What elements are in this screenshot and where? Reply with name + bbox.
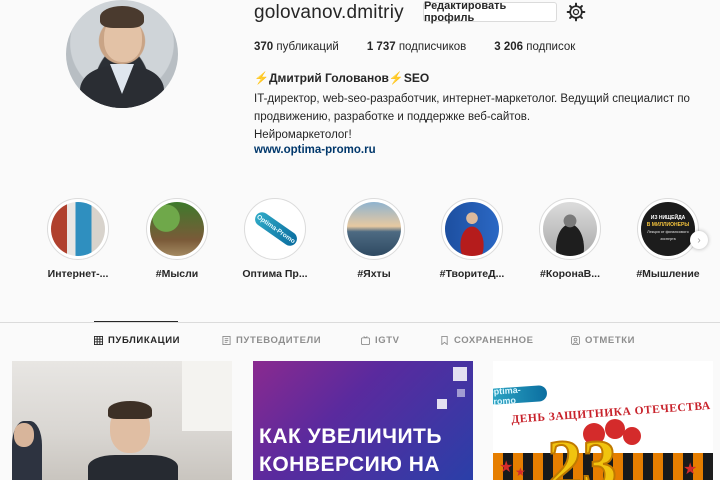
post-person-left-head bbox=[14, 423, 34, 447]
tabs-divider bbox=[0, 322, 720, 323]
following-count-number: 3 206 bbox=[494, 41, 524, 53]
post-thumbnail[interactable] bbox=[12, 361, 232, 480]
star-icon: ★ bbox=[515, 465, 526, 479]
followers-count[interactable]: 1 737 подписчиков bbox=[367, 41, 466, 53]
tab-guides[interactable]: ПУТЕВОДИТЕЛИ bbox=[222, 335, 321, 346]
decor-flower bbox=[623, 427, 641, 445]
highlight-text: В МИЛЛИОНЕРЫ bbox=[646, 222, 690, 228]
decor-square bbox=[453, 367, 467, 381]
post-person-body bbox=[88, 455, 178, 480]
tab-saved[interactable]: СОХРАНЕННОЕ bbox=[440, 335, 534, 346]
post-thumbnail[interactable]: КАК УВЕЛИЧИТЬ КОНВЕРСИЮ НА bbox=[253, 361, 473, 480]
tag-icon bbox=[571, 336, 580, 345]
post-headline: КАК УВЕЛИЧИТЬ КОНВЕРСИЮ НА bbox=[259, 423, 469, 479]
bio-line: Нейромаркетолог! bbox=[254, 129, 352, 141]
post-number: 23 bbox=[546, 427, 618, 480]
tab-label: IGTV bbox=[375, 335, 400, 346]
highlight-ring bbox=[343, 198, 405, 260]
highlight-item[interactable]: #Яхты bbox=[342, 198, 406, 280]
highlight-ring bbox=[47, 198, 109, 260]
avatar-hair bbox=[100, 6, 144, 28]
settings-gear-icon[interactable] bbox=[566, 2, 586, 22]
bio-line: продвижению, разработке и поддержке веб-… bbox=[254, 111, 531, 123]
following-count-label: подписок bbox=[526, 41, 576, 53]
edit-profile-button[interactable]: Редактировать профиль bbox=[423, 0, 557, 24]
tab-label: ПУБЛИКАЦИИ bbox=[108, 335, 181, 346]
highlight-label: #ТворитеД... bbox=[439, 268, 505, 280]
bio-line: IT-директор, web-seo-разработчик, интерн… bbox=[254, 93, 690, 105]
highlight-item[interactable]: #КоронаВ... bbox=[538, 198, 602, 280]
profile-full-name: ⚡Дмитрий Голованов⚡SEO bbox=[254, 71, 430, 85]
profile-stats: 370 публикаций 1 737 подписчиков 3 206 п… bbox=[254, 41, 575, 53]
story-highlights: Интернет-... #Мысли Optima-Promo Оптима … bbox=[0, 198, 720, 288]
tab-igtv[interactable]: IGTV bbox=[361, 335, 400, 346]
highlight-label: #Яхты bbox=[357, 268, 391, 280]
star-icon: ★ bbox=[683, 461, 698, 478]
post-headline-line: КАК УВЕЛИЧИТЬ bbox=[259, 425, 442, 448]
highlight-ring bbox=[539, 198, 601, 260]
tab-label: ОТМЕТКИ bbox=[585, 335, 636, 346]
profile-username: golovanov.dmitriy bbox=[254, 2, 404, 23]
decor-square bbox=[457, 389, 465, 397]
tab-label: ПУТЕВОДИТЕЛИ bbox=[236, 335, 322, 346]
posts-count: 370 публикаций bbox=[254, 41, 339, 53]
decor-square bbox=[437, 399, 447, 409]
post-person-hair bbox=[108, 401, 152, 419]
highlight-ring: ИЗ НИЩЕЙДА В МИЛЛИОНЕРЫ Лекция от финанс… bbox=[637, 198, 699, 260]
highlight-ring bbox=[441, 198, 503, 260]
post-person-main bbox=[88, 401, 178, 480]
profile-tabs: ПУБЛИКАЦИИ ПУТЕВОДИТЕЛИ IGTV СОХРАНЕННОЕ… bbox=[0, 335, 720, 351]
highlight-item[interactable]: Интернет-... bbox=[46, 198, 110, 280]
highlight-label: Интернет-... bbox=[47, 268, 109, 280]
followers-count-label: подписчиков bbox=[398, 41, 467, 53]
highlight-thumbnail bbox=[51, 202, 105, 256]
highlight-thumbnail: Optima-Promo bbox=[248, 202, 302, 256]
highlight-ring: Optima-Promo bbox=[244, 198, 306, 260]
highlight-ring bbox=[146, 198, 208, 260]
highlight-item[interactable]: Optima-Promo Оптима Пр... bbox=[242, 198, 308, 280]
profile-bio: IT-директор, web-seo-разработчик, интерн… bbox=[254, 90, 714, 144]
following-count[interactable]: 3 206 подписок bbox=[494, 41, 575, 53]
followers-count-number: 1 737 bbox=[366, 41, 396, 53]
highlights-next-arrow-icon[interactable]: › bbox=[690, 231, 708, 249]
highlight-label: #Мышление bbox=[636, 268, 700, 280]
highlight-thumbnail bbox=[543, 202, 597, 256]
igtv-icon bbox=[361, 336, 370, 345]
highlight-text: Лекция от финансового эксперта bbox=[647, 230, 689, 241]
bookmark-icon bbox=[441, 336, 448, 345]
highlight-label: Оптима Пр... bbox=[242, 268, 308, 280]
highlight-item[interactable]: #Мысли bbox=[145, 198, 209, 280]
tab-label: СОХРАНЕННОЕ bbox=[454, 335, 534, 346]
highlight-thumbnail bbox=[150, 202, 204, 256]
posts-count-label: публикаций bbox=[276, 41, 339, 53]
highlight-label: #Мысли bbox=[155, 268, 199, 280]
highlight-item[interactable]: #ТворитеД... bbox=[440, 198, 504, 280]
guide-icon bbox=[222, 336, 231, 345]
profile-avatar[interactable] bbox=[66, 0, 178, 108]
profile-website-link[interactable]: www.optima-promo.ru bbox=[254, 144, 376, 156]
grid-icon bbox=[94, 336, 103, 345]
optima-logo: Optima-Promo bbox=[252, 209, 300, 249]
highlight-text: ИЗ НИЩЕЙДА bbox=[650, 215, 686, 221]
optima-logo: Optima-Promo bbox=[493, 385, 548, 407]
highlight-thumbnail bbox=[347, 202, 401, 256]
tab-posts[interactable]: ПУБЛИКАЦИИ bbox=[94, 335, 180, 346]
active-tab-indicator bbox=[94, 321, 178, 322]
highlight-label: #КоронаВ... bbox=[539, 268, 600, 280]
post-window bbox=[182, 361, 232, 431]
star-icon: ★ bbox=[499, 459, 514, 476]
post-headline-line: КОНВЕРСИЮ НА bbox=[259, 453, 441, 476]
tab-tagged[interactable]: ОТМЕТКИ bbox=[571, 335, 635, 346]
post-thumbnail[interactable]: Optima-Promo ДЕНЬ ЗАЩИТНИКА ОТЕЧЕСТВА 23… bbox=[493, 361, 713, 480]
highlight-thumbnail: ИЗ НИЩЕЙДА В МИЛЛИОНЕРЫ Лекция от финанс… bbox=[641, 202, 695, 256]
highlight-thumbnail bbox=[445, 202, 499, 256]
posts-count-number: 370 bbox=[254, 41, 274, 53]
